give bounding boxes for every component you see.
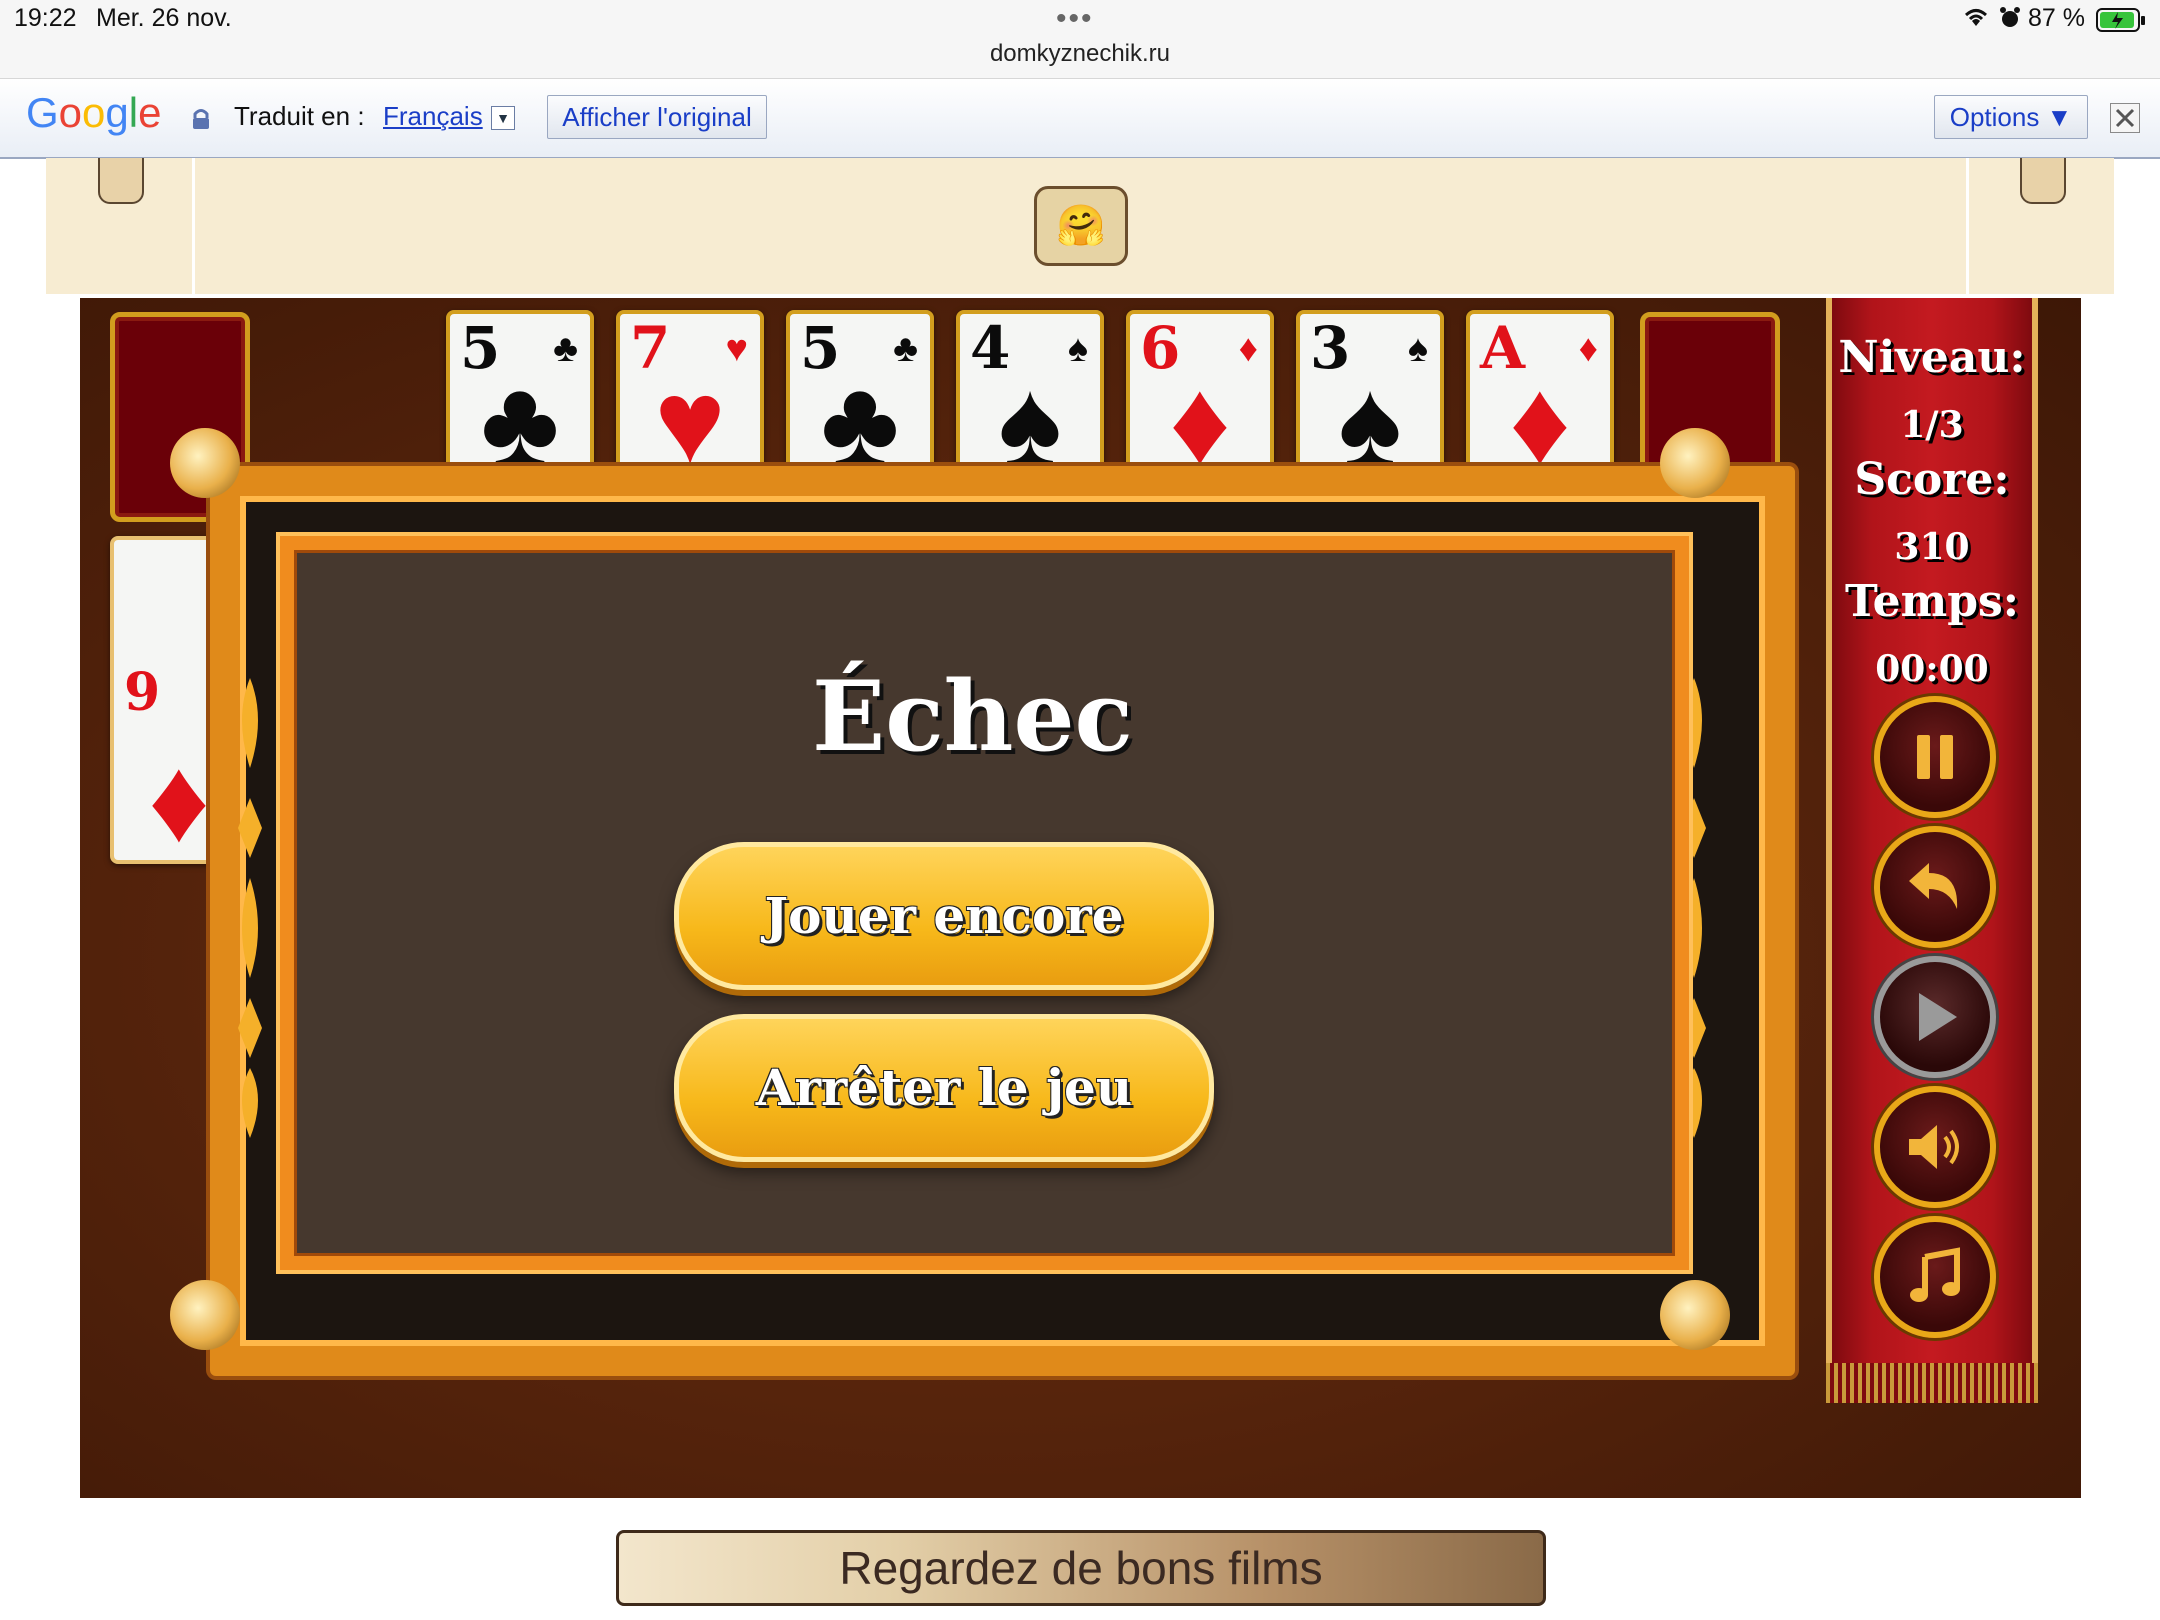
diamond-icon: ♦: [1509, 355, 1571, 489]
play-button[interactable]: [1874, 956, 1996, 1078]
play-again-button[interactable]: Jouer encore: [674, 842, 1214, 990]
more-dots-icon[interactable]: •••: [1056, 2, 1094, 36]
google-logo: Google: [26, 89, 162, 136]
battery-icon: [2096, 8, 2145, 32]
side-panel: Niveau: 1/3 Score: 310 Temps: 00:00: [1826, 298, 2038, 1403]
battery-percent: 87 %: [2028, 4, 2085, 32]
alarm-icon: [2000, 7, 2020, 27]
time-value: 00:00: [1875, 648, 1989, 690]
language-link[interactable]: Français: [383, 101, 483, 132]
header-post-right: [2020, 158, 2066, 204]
header-rail: [192, 158, 195, 294]
score-value: 310: [1894, 526, 1970, 568]
play-icon: [1919, 993, 1957, 1041]
diamond-icon: ♦: [1169, 355, 1231, 489]
language-dropdown-icon[interactable]: ▼: [491, 106, 515, 130]
undo-icon: [1909, 863, 1958, 909]
pause-button[interactable]: [1874, 696, 1996, 818]
ornament-corner: [170, 1280, 240, 1350]
undo-button[interactable]: [1874, 826, 1996, 948]
level-value: 1/3: [1900, 404, 1964, 446]
ornament-corner: [1660, 1280, 1730, 1350]
music-note-icon: [1910, 1247, 1960, 1302]
spade-icon: ♠: [1338, 355, 1402, 489]
translate-bar: Google Traduit en : Français ▼ Afficher …: [0, 78, 2160, 159]
close-icon[interactable]: [2110, 103, 2140, 133]
speaker-icon: [1909, 1125, 1959, 1169]
dialog-title: Échec: [812, 660, 1133, 773]
club-icon: ♣: [820, 355, 900, 489]
level-label: Niveau:: [1838, 332, 2026, 383]
site-header: 🤗: [46, 158, 2114, 294]
heart-icon: ♥: [654, 355, 726, 489]
sound-button[interactable]: [1874, 1086, 1996, 1208]
header-rail: [1966, 158, 1969, 294]
game-area: 5 ♣ ♣ 7 ♥ ♥ 5 ♣ ♣ 4 ♠ ♠ 6 ♦ ♦ 3 ♠ ♠ A ♦ …: [80, 298, 2081, 1498]
status-date: Mer. 26 nov.: [96, 4, 232, 32]
hugging-emoji-button[interactable]: 🤗: [1034, 186, 1128, 266]
show-original-button[interactable]: Afficher l'original: [547, 95, 767, 139]
spade-icon: ♠: [998, 355, 1062, 489]
status-time: 19:22: [14, 4, 77, 32]
ornament-corner: [170, 428, 240, 498]
club-icon: ♣: [480, 355, 560, 489]
header-post-left: [98, 158, 144, 204]
address-url[interactable]: domkyznechik.ru: [0, 40, 2160, 68]
translated-to-label: Traduit en :: [234, 101, 365, 131]
watch-films-banner[interactable]: Regardez de bons films: [616, 1530, 1546, 1606]
wifi-icon: [1964, 9, 1988, 26]
stop-game-button[interactable]: Arrêter le jeu: [674, 1014, 1214, 1162]
score-label: Score:: [1854, 454, 2010, 505]
ornament-corner: [1660, 428, 1730, 498]
status-bar: 19:22 Mer. 26 nov. ••• domkyznechik.ru 8…: [0, 0, 2160, 78]
pause-icon: [1917, 735, 1953, 779]
options-button[interactable]: Options ▼: [1934, 95, 2088, 139]
music-button[interactable]: [1874, 1216, 1996, 1338]
time-label: Temps:: [1844, 576, 2020, 627]
lock-icon: [193, 109, 209, 129]
panel-fringe: [1826, 1363, 2038, 1403]
